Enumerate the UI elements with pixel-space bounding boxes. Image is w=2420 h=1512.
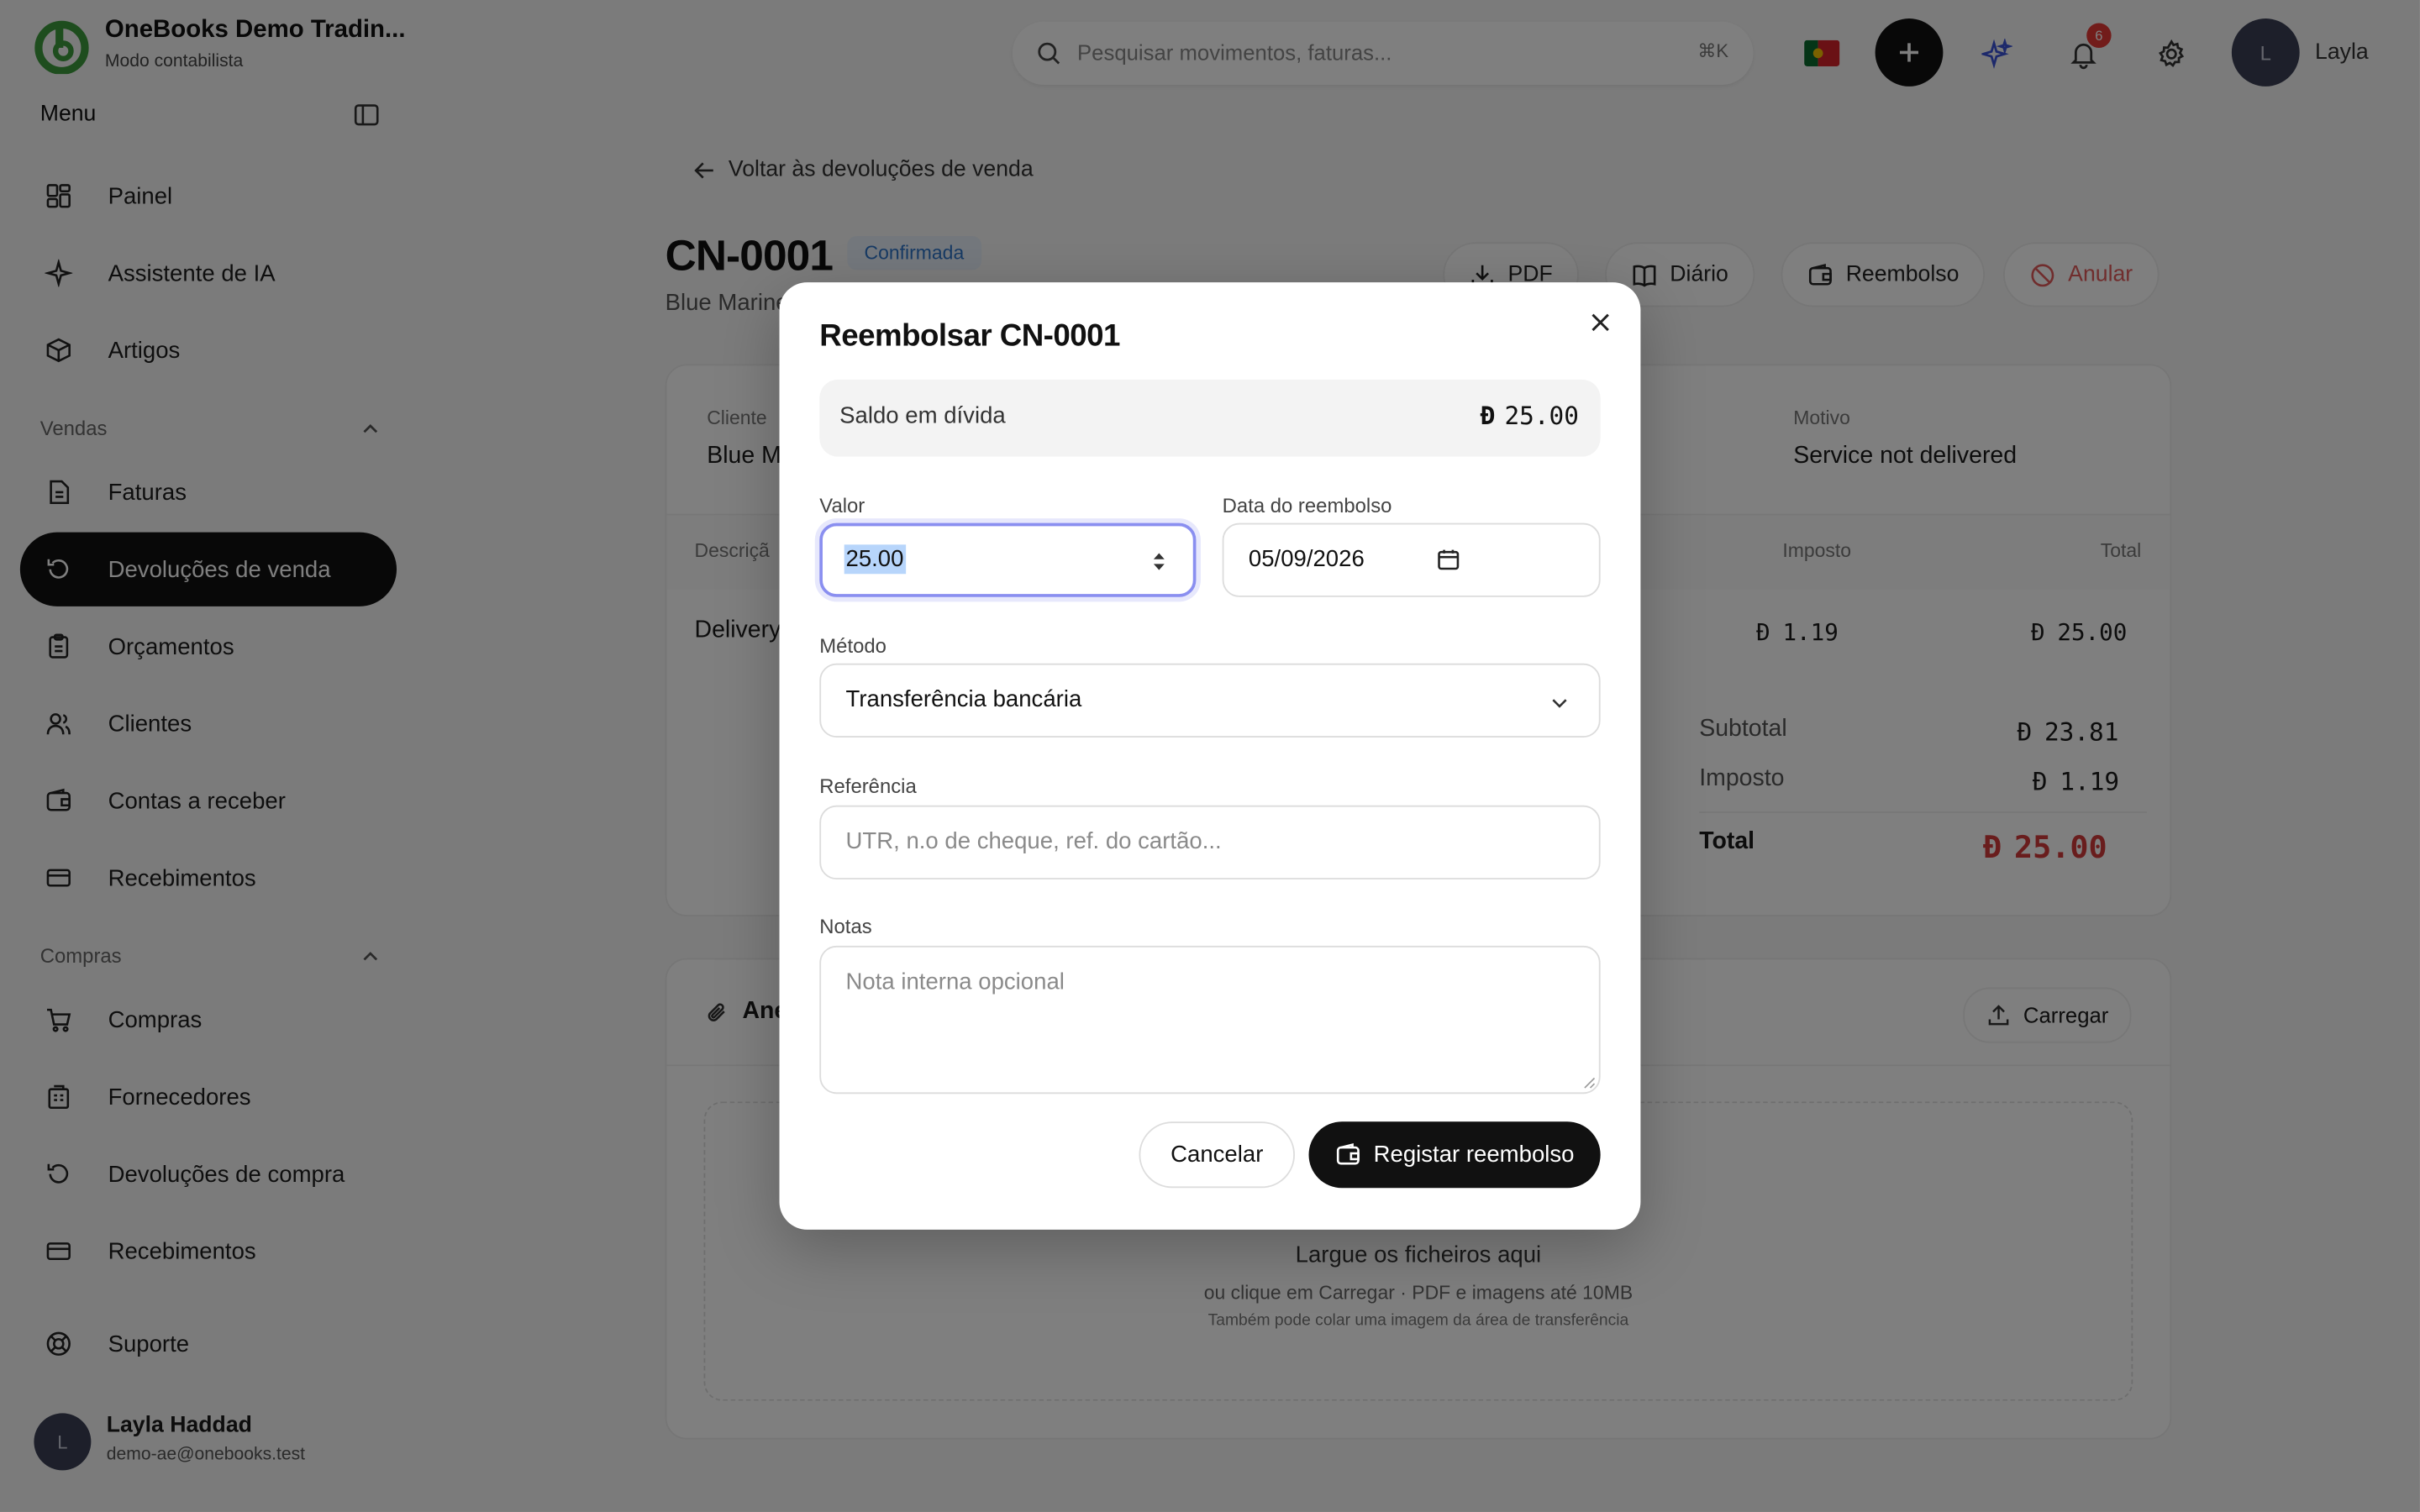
cancel-button[interactable]: Cancelar [1139,1121,1295,1189]
balance-label: Saldo em dívida [839,402,1006,429]
reference-placeholder: UTR, n.o de cheque, ref. do cartão... [845,828,1222,855]
notes-label: Notas [819,915,872,938]
register-refund-button[interactable]: Registar reembolso [1308,1121,1601,1189]
amount-label: Valor [819,493,865,517]
refund-dialog: Reembolsar CN-0001 Saldo em dívida Ð 25.0… [779,282,1641,1230]
register-refund-label: Registar reembolso [1373,1142,1575,1168]
notes-placeholder: Nota interna opcional [845,969,1065,995]
amount-field[interactable]: 25.00 [819,522,1197,597]
refund-date-label: Data do reembolso [1222,493,1392,517]
reference-input[interactable]: UTR, n.o de cheque, ref. do cartão... [819,805,1601,879]
refund-date-value: 05/09/2026 [1248,546,1365,573]
method-value: Transferência bancária [845,686,1082,713]
method-select[interactable]: Transferência bancária [819,663,1601,738]
amount-value: 25.00 [844,544,906,575]
calendar-icon[interactable] [1437,548,1460,571]
dirham-icon: Ð [1480,401,1496,431]
wallet-icon [1335,1142,1361,1168]
dialog-title: Reembolsar CN-0001 [819,319,1120,354]
resize-handle-icon[interactable] [1582,1075,1597,1089]
method-label: Método [819,633,886,658]
refund-date-field[interactable]: 05/09/2026 [1222,522,1601,597]
close-icon[interactable] [1588,310,1612,334]
balance-value: Ð 25.00 [1480,401,1579,431]
notes-textarea[interactable]: Nota interna opcional [819,945,1601,1095]
reference-label: Referência [819,774,917,798]
outstanding-balance: Saldo em dívida Ð 25.00 [819,379,1601,457]
number-stepper-icon[interactable] [1151,549,1166,574]
chevron-down-icon [1549,693,1570,713]
